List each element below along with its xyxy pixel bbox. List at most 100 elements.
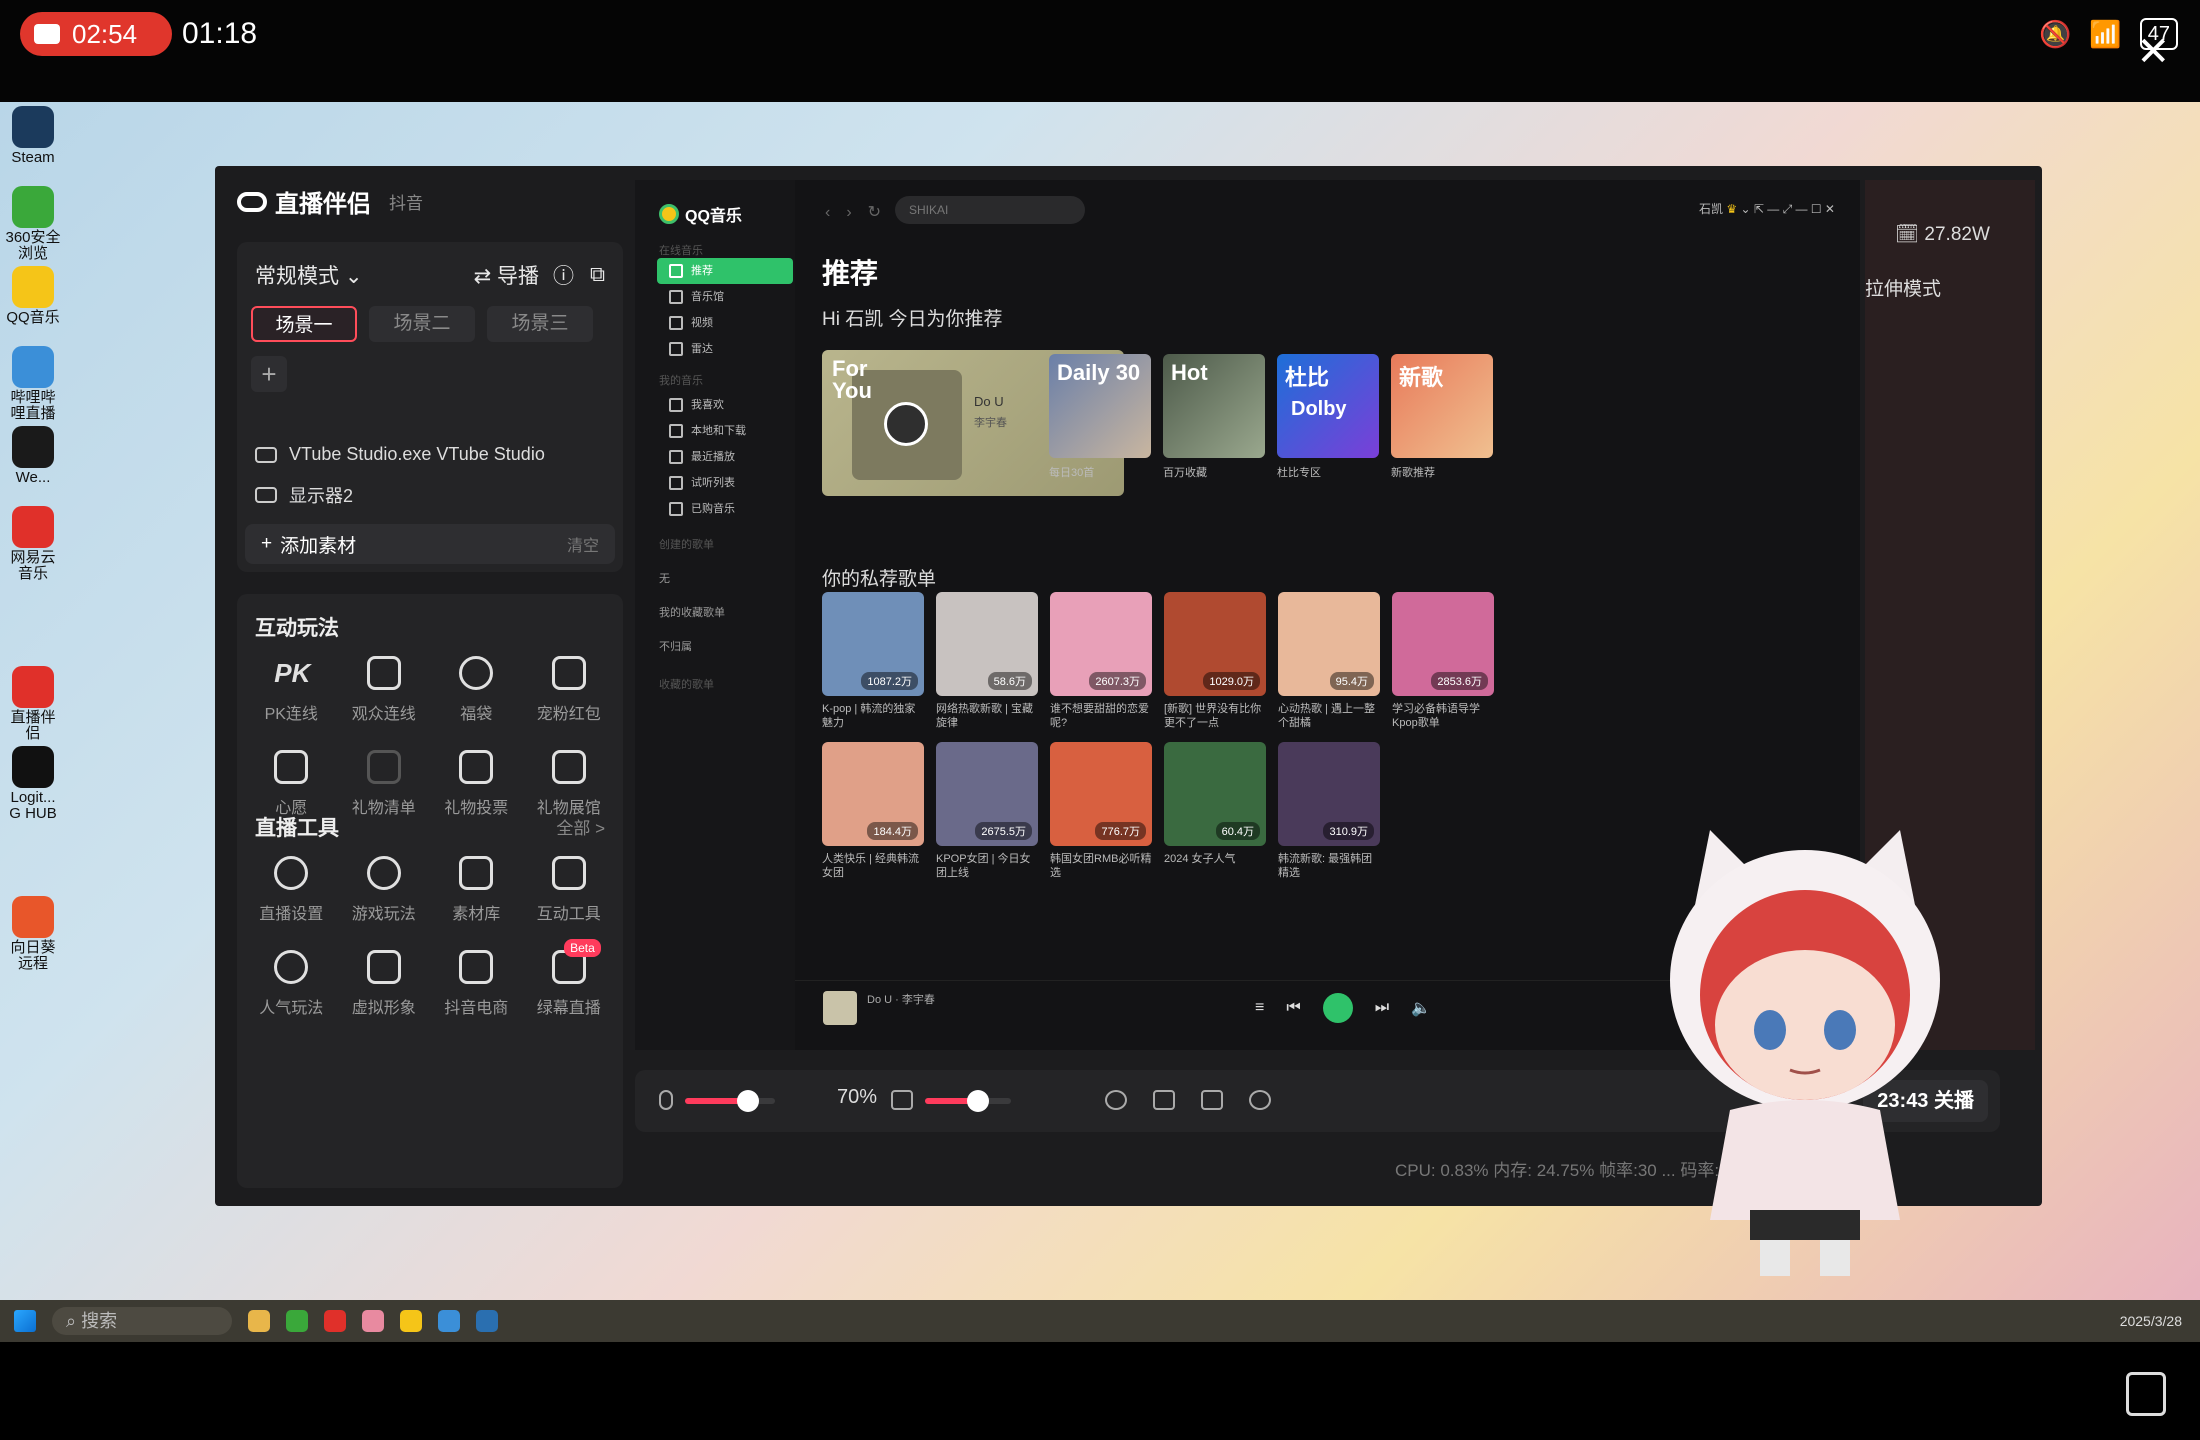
music-nav-liked[interactable]: 我喜欢 bbox=[657, 392, 793, 418]
created-playlist-item[interactable]: 无 bbox=[659, 570, 670, 586]
screen-icon[interactable] bbox=[1153, 1090, 1175, 1110]
music-nav-radar[interactable]: 雷达 bbox=[657, 336, 793, 362]
scene-tab-1[interactable]: 场景一 bbox=[251, 306, 357, 342]
music-nav-arrows[interactable]: ‹›↻ bbox=[825, 202, 897, 222]
app-icon[interactable] bbox=[438, 1310, 460, 1332]
scene-tab-2[interactable]: 场景二 bbox=[369, 306, 475, 342]
settings-icon[interactable] bbox=[1249, 1090, 1271, 1110]
desktop-icon[interactable]: 360安全浏览 bbox=[4, 186, 62, 262]
pause-icon[interactable] bbox=[884, 402, 928, 446]
music-nav-hall[interactable]: 音乐馆 bbox=[657, 284, 793, 310]
now-playing-cover[interactable] bbox=[823, 991, 857, 1025]
file-explorer-icon[interactable] bbox=[248, 1310, 270, 1332]
tool-game[interactable]: 游戏玩法 bbox=[338, 856, 431, 924]
daily-card[interactable]: Hot bbox=[1163, 354, 1265, 458]
mic-icon[interactable] bbox=[659, 1090, 673, 1110]
music-nav-trial[interactable]: 试听列表 bbox=[657, 470, 793, 496]
music-nav-recommend[interactable]: 推荐 bbox=[657, 258, 793, 284]
tool-gift-vote[interactable]: 礼物投票 bbox=[430, 750, 523, 818]
desktop-icon[interactable]: 直播伴侣 bbox=[4, 666, 62, 742]
tool-green-screen[interactable]: Beta 绿幕直播 bbox=[523, 939, 616, 1018]
tool-audience-link[interactable]: 观众连线 bbox=[338, 656, 431, 724]
playlist-card[interactable]: 60.4万 bbox=[1164, 742, 1266, 846]
desktop-icon[interactable]: Steam bbox=[4, 106, 62, 166]
close-icon[interactable]: ✕ bbox=[2136, 32, 2170, 72]
add-scene-button[interactable]: + bbox=[251, 356, 287, 392]
speaker-volume-slider[interactable] bbox=[925, 1090, 1011, 1112]
volume-icon[interactable]: 🔈 bbox=[1411, 998, 1431, 1018]
playlist-card[interactable]: 2607.3万 bbox=[1050, 592, 1152, 696]
tool-red-envelope[interactable]: 宠粉红包 bbox=[523, 656, 616, 724]
lucky-bag-icon bbox=[459, 656, 494, 690]
mic-volume-slider[interactable] bbox=[685, 1090, 775, 1112]
desktop-icon-label: 360安全浏览 bbox=[5, 229, 61, 262]
live-tools-more-link[interactable]: 全部 > bbox=[556, 814, 605, 839]
stretch-mode-toggle[interactable]: 拉伸模式 bbox=[1865, 274, 1941, 301]
playlist-card[interactable]: 2675.5万 bbox=[936, 742, 1038, 846]
help-icon[interactable]: ⓘ bbox=[553, 260, 574, 290]
daily-card[interactable]: Daily 30 bbox=[1049, 354, 1151, 458]
app-icon[interactable] bbox=[362, 1310, 384, 1332]
guide-button[interactable]: ⇄ 导播 bbox=[474, 260, 539, 290]
music-nav-local[interactable]: 本地和下载 bbox=[657, 418, 793, 444]
playlist-card[interactable]: 776.7万 bbox=[1050, 742, 1152, 846]
desktop-icon[interactable]: We... bbox=[4, 426, 62, 486]
note-icon[interactable] bbox=[2126, 1372, 2166, 1416]
tool-interactive-tool[interactable]: 互动工具 bbox=[523, 856, 616, 924]
music-nav-purchased[interactable]: 已购音乐 bbox=[657, 496, 793, 522]
scene-tab-3[interactable]: 场景三 bbox=[487, 306, 593, 342]
camera-icon[interactable] bbox=[1201, 1090, 1223, 1110]
music-search-input[interactable]: SHIKAI bbox=[895, 196, 1085, 224]
vtuber-avatar bbox=[1670, 830, 1940, 1276]
playlist-card[interactable]: 2853.6万 bbox=[1392, 592, 1494, 696]
music-user[interactable]: 石凯 ♛ ⌄ ⇱ — ⤢ — ☐ ✕ bbox=[1699, 200, 1835, 217]
playlist-card[interactable]: 95.4万 bbox=[1278, 592, 1380, 696]
playlist-card[interactable]: 310.9万 bbox=[1278, 742, 1380, 846]
desktop-icon[interactable]: QQ音乐 bbox=[4, 266, 62, 326]
desktop-icon[interactable]: 网易云音乐 bbox=[4, 506, 62, 582]
screen-record-indicator[interactable]: 02:54 bbox=[20, 12, 172, 56]
created-playlist-item[interactable]: 不归属 bbox=[659, 638, 692, 654]
playlist-icon[interactable]: ≡ bbox=[1255, 999, 1264, 1017]
clear-button[interactable]: 清空 bbox=[567, 532, 599, 556]
music-nav-video[interactable]: 视频 bbox=[657, 310, 793, 336]
daily-card[interactable]: 新歌 bbox=[1391, 354, 1493, 458]
tool-lucky-bag[interactable]: 福袋 bbox=[430, 656, 523, 724]
browser-icon[interactable] bbox=[286, 1310, 308, 1332]
tool-avatar[interactable]: 虚拟形象 bbox=[338, 950, 431, 1018]
tool-pk[interactable]: PK PK连线 bbox=[245, 656, 338, 724]
source-item-vtube[interactable]: VTube Studio.exe VTube Studio bbox=[255, 444, 545, 465]
prev-icon[interactable]: ⏮ bbox=[1286, 999, 1300, 1017]
tool-gift-gallery[interactable]: 礼物展馆 bbox=[523, 750, 616, 818]
playlist-card[interactable]: 1087.2万 bbox=[822, 592, 924, 696]
desktop-icon[interactable]: 向日葵远程 bbox=[4, 896, 62, 972]
playlist-card[interactable]: 1029.0万 bbox=[1164, 592, 1266, 696]
source-item-display[interactable]: 显示器2 bbox=[255, 482, 353, 508]
windows-start-icon[interactable] bbox=[14, 1310, 36, 1332]
beauty-icon[interactable] bbox=[1105, 1090, 1127, 1110]
next-icon[interactable]: ⏭ bbox=[1375, 999, 1389, 1017]
qq-music-icon[interactable] bbox=[400, 1310, 422, 1332]
tool-popularity[interactable]: 人气玩法 bbox=[245, 950, 338, 1018]
tool-settings[interactable]: 直播设置 bbox=[245, 856, 338, 924]
tool-gift-list[interactable]: 礼物清单 bbox=[338, 750, 431, 818]
playlist-card[interactable]: 184.4万 bbox=[822, 742, 924, 846]
mode-select[interactable]: 常规模式 ⌄ bbox=[255, 260, 362, 290]
music-nav-recent[interactable]: 最近播放 bbox=[657, 444, 793, 470]
daily-card[interactable]: 杜比 Dolby bbox=[1277, 354, 1379, 458]
app-icon[interactable] bbox=[476, 1310, 498, 1332]
playlist-caption: K-pop | 韩流的独家魅力 bbox=[822, 703, 916, 729]
created-playlist-item[interactable]: 我的收藏歌单 bbox=[659, 604, 725, 620]
desktop-icon[interactable]: Logit... G HUB bbox=[4, 746, 62, 822]
desktop-icon[interactable]: 哔哩哔哩直播 bbox=[4, 346, 62, 422]
popout-icon[interactable]: ⧉ bbox=[590, 263, 605, 287]
tool-wish[interactable]: 心愿 bbox=[245, 750, 338, 818]
taskbar-search[interactable]: ⌕ 搜索 bbox=[52, 1307, 232, 1335]
speaker-icon[interactable] bbox=[891, 1090, 913, 1110]
netease-icon[interactable] bbox=[324, 1310, 346, 1332]
tool-cart[interactable]: 抖音电商 bbox=[430, 950, 523, 1018]
add-material-button[interactable]: + 添加素材 清空 bbox=[245, 524, 615, 564]
pause-button[interactable] bbox=[1322, 993, 1353, 1023]
playlist-card[interactable]: 58.6万 bbox=[936, 592, 1038, 696]
tool-material-library[interactable]: 素材库 bbox=[430, 856, 523, 924]
